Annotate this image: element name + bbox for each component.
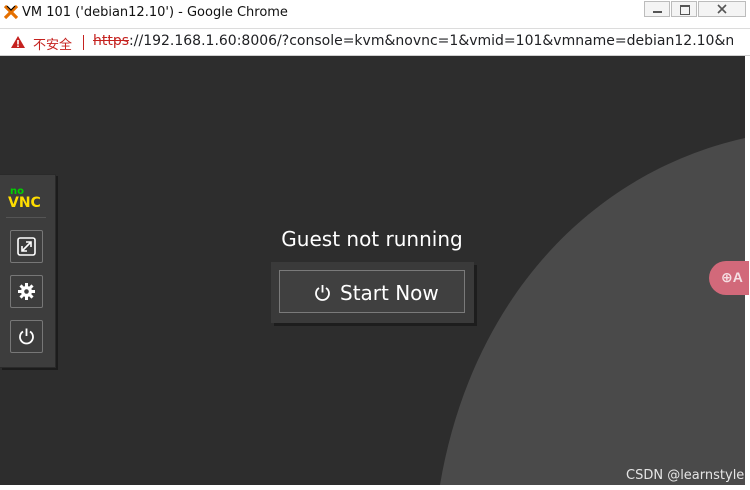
power-icon	[19, 328, 34, 345]
csdn-watermark: CSDN @learnstyle	[626, 468, 745, 483]
url-field[interactable]: https://192.168.1.60:8006/?console=kvm&n…	[93, 33, 733, 49]
proxmox-app-icon	[4, 5, 18, 19]
url-rest: ://192.168.1.60:8006/?console=kvm&novnc=…	[129, 33, 733, 49]
url-scheme: https	[93, 33, 130, 49]
vnc-console[interactable]: no VNC Guest not running Start Now CSDN …	[0, 56, 745, 485]
gear-icon	[18, 283, 35, 300]
minimize-button[interactable]	[644, 1, 670, 17]
address-bar[interactable]: 不安全 https://192.168.1.60:8006/?console=k…	[0, 28, 750, 56]
guest-status-text: Guest not running	[281, 227, 463, 251]
close-icon	[717, 4, 727, 14]
warning-icon[interactable]	[10, 35, 26, 49]
insecure-label[interactable]: 不安全	[33, 34, 72, 53]
start-now-button[interactable]: Start Now	[279, 270, 465, 313]
maximize-button[interactable]	[671, 1, 697, 17]
settings-button[interactable]	[10, 275, 43, 308]
start-panel: Start Now	[271, 262, 474, 323]
translate-button[interactable]: ⊕A	[709, 261, 749, 295]
close-button[interactable]	[698, 1, 746, 17]
address-divider	[83, 35, 84, 50]
novnc-logo: no VNC	[8, 186, 41, 209]
fullscreen-button[interactable]	[10, 230, 43, 263]
novnc-control-bar: no VNC	[0, 174, 56, 368]
power-icon	[315, 285, 330, 301]
logo-separator	[6, 217, 46, 218]
translate-icon: ⊕A	[721, 269, 743, 285]
title-bar: VM 101 ('debian12.10') - Google Chrome	[0, 0, 750, 28]
fullscreen-icon	[17, 237, 36, 256]
power-button[interactable]	[10, 320, 43, 353]
window-title: VM 101 ('debian12.10') - Google Chrome	[22, 5, 288, 20]
browser-window: VM 101 ('debian12.10') - Google Chrome 不…	[0, 0, 750, 490]
logo-vnc: VNC	[8, 195, 41, 209]
bottom-edge	[0, 485, 750, 490]
start-now-label: Start Now	[340, 281, 439, 305]
